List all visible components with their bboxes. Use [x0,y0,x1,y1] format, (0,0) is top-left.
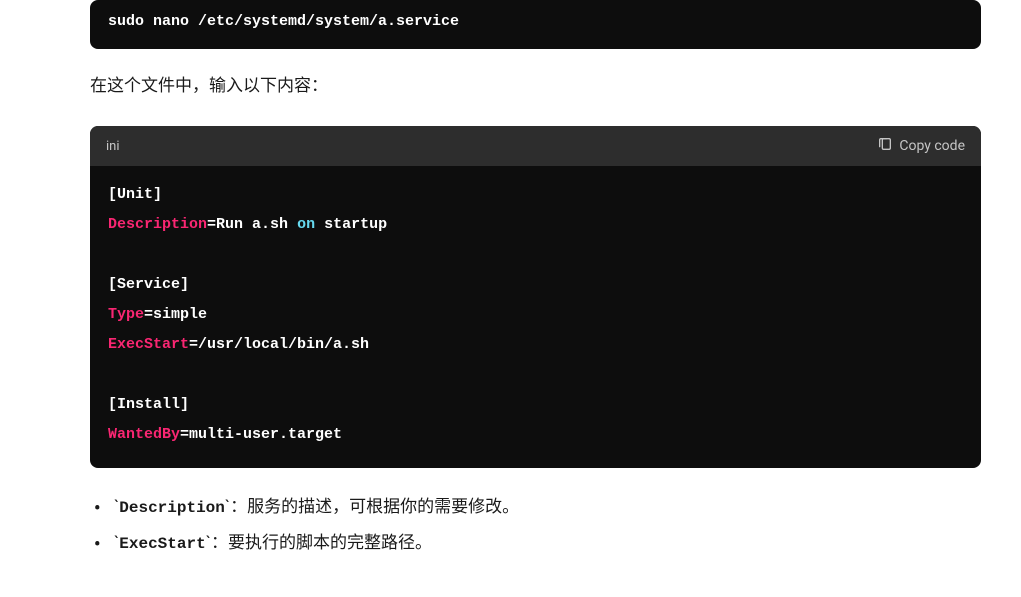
copy-code-button[interactable]: Copy code [877,136,965,156]
list-item: `ExecStart`：要执行的脚本的完整路径。 [90,528,981,560]
list-item-text: ：要执行的脚本的完整路径。 [211,533,432,553]
ini-eq: = [189,336,198,353]
ini-key-description: Description [108,216,207,233]
code-block-header: ini Copy code [90,126,981,166]
code-block-command: sudo nano /etc/systemd/system/a.service [90,0,981,49]
ini-eq: = [207,216,216,233]
instruction-paragraph: 在这个文件中，输入以下内容： [90,73,981,100]
list-item: `Description`：服务的描述，可根据你的需要修改。 [90,492,981,524]
code-content: sudo nano /etc/systemd/system/a.service [90,0,981,49]
inline-code-execstart: ExecStart [119,535,205,553]
description-list: `Description`：服务的描述，可根据你的需要修改。 `ExecStar… [90,492,981,559]
code-language-label: ini [106,139,120,154]
ini-val-execstart: /usr/local/bin/a.sh [198,336,369,353]
ini-val-wantedby: multi-user.target [189,426,342,443]
ini-section-install: [Install] [108,396,189,413]
ini-key-type: Type [108,306,144,323]
ini-eq: = [180,426,189,443]
copy-code-label: Copy code [899,138,965,154]
ini-section-unit: [Unit] [108,186,162,203]
ini-val-desc-pre: Run a.sh [216,216,297,233]
clipboard-icon [877,136,893,156]
ini-eq: = [144,306,153,323]
ini-key-execstart: ExecStart [108,336,189,353]
inline-code-description: Description [119,499,225,517]
ini-val-type: simple [153,306,207,323]
list-item-text: ：服务的描述，可根据你的需要修改。 [230,497,519,517]
command-text: sudo nano /etc/systemd/system/a.service [108,13,459,30]
ini-val-desc-on: on [297,216,315,233]
code-content-ini: [Unit] Description=Run a.sh on startup [… [90,166,981,468]
ini-section-service: [Service] [108,276,189,293]
ini-key-wantedby: WantedBy [108,426,180,443]
ini-val-desc-post: startup [315,216,387,233]
code-block-ini: ini Copy code [Unit] Description=Run a.s… [90,126,981,468]
